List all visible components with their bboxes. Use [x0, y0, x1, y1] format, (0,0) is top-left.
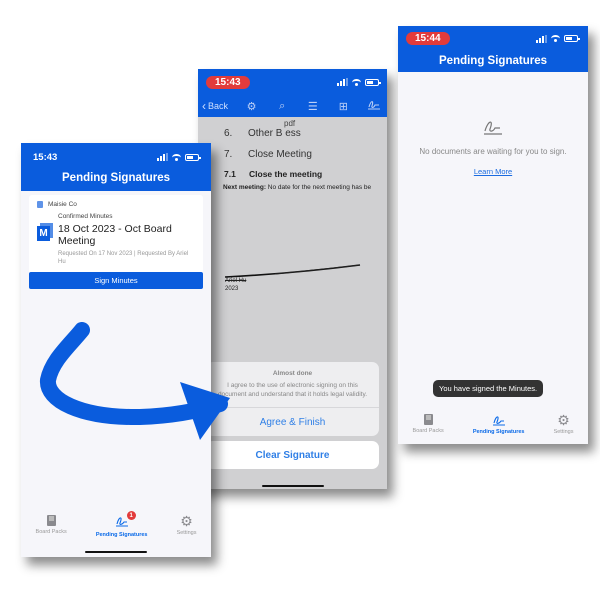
signal-icon — [536, 34, 547, 43]
page-title: Pending Signatures — [62, 172, 170, 184]
battery-icon — [185, 153, 201, 161]
wifi-icon — [352, 78, 361, 86]
gear-icon: ⚙ — [557, 412, 570, 428]
pdf-watermark: pdf — [284, 119, 296, 128]
doc-type: Confirmed Minutes — [58, 213, 113, 220]
signal-icon — [157, 153, 168, 161]
status-time: 15:43 — [33, 151, 58, 163]
tab-bar: Board Packs 1 Pending Signatures ⚙ Setti… — [21, 505, 211, 557]
list-icon[interactable]: ☰ — [306, 100, 320, 113]
document-header: 15:43 ‹ Back ⚙ ⌕ ☰ ⊞ — [198, 69, 387, 117]
grid-icon[interactable]: ⊞ — [336, 100, 350, 113]
battery-icon — [365, 78, 381, 86]
search-icon[interactable]: ⌕ — [275, 100, 289, 113]
minutes-doc-icon: M — [37, 223, 53, 243]
flow-arrow-icon — [40, 322, 230, 440]
status-bar: 15:43 — [33, 143, 201, 165]
back-button[interactable]: ‹ Back — [202, 99, 228, 113]
signature-request-card: Maisie Co M Confirmed Minutes 18 Oct 202… — [29, 195, 203, 289]
back-label: Back — [208, 101, 229, 111]
organization-name: Maisie Co — [48, 201, 77, 208]
page-title: Pending Signatures — [439, 55, 547, 67]
signature-icon — [492, 416, 505, 426]
organization-icon — [37, 201, 43, 208]
phone-signed-confirmation: 15:44 Pending Signatures No documents ar… — [398, 26, 588, 444]
status-time: 15:43 — [206, 75, 250, 89]
confirm-action-sheet: Almost done I agree to the use of electr… — [206, 362, 379, 469]
sheet-title: Almost done — [272, 370, 313, 377]
notification-badge: 1 — [126, 511, 136, 520]
tab-settings[interactable]: ⚙ Settings — [554, 412, 574, 435]
chevron-left-icon: ‹ — [202, 99, 206, 113]
signature-block: Ariel Hu 2023 — [224, 264, 370, 304]
gear-icon[interactable]: ⚙ — [245, 100, 259, 113]
tab-board-packs[interactable]: Board Packs — [36, 515, 67, 535]
doc-title: 18 Oct 2023 - Oct Board Meeting — [58, 223, 172, 247]
agenda-item: 6. Other B ess — [224, 128, 301, 139]
toast-message: You have signed the Minutes. — [433, 380, 544, 397]
home-indicator — [261, 484, 324, 487]
signer-name: Ariel Hu — [225, 278, 247, 284]
tab-pending-signatures[interactable]: 1 Pending Signatures — [96, 511, 147, 538]
empty-state: No documents are waiting for you to sign… — [398, 118, 588, 179]
status-bar: 15:43 — [198, 69, 387, 91]
document-toolbar: ‹ Back ⚙ ⌕ ☰ ⊞ — [198, 91, 387, 113]
signature-icon[interactable] — [367, 99, 381, 113]
status-bar: 15:44 — [398, 26, 588, 48]
empty-message: No documents are waiting for you to sign… — [419, 147, 567, 156]
book-icon — [46, 515, 56, 526]
sheet-message: I agree to the use of electronic signing… — [217, 382, 368, 398]
agenda-item: 7. Close Meeting — [224, 149, 312, 160]
status-time: 15:44 — [406, 32, 450, 45]
request-meta: Requested On 17 Nov 2023 | Requested By … — [58, 251, 189, 265]
tab-settings[interactable]: ⚙ Settings — [177, 513, 197, 536]
agree-finish-button[interactable]: Agree & Finish — [206, 408, 379, 436]
signature-year: 2023 — [225, 286, 239, 292]
battery-icon — [564, 35, 580, 42]
pdf-viewer[interactable]: pdf 6. Other B ess 7. Close Meeting 7.1 … — [198, 117, 387, 191]
wifi-icon — [172, 153, 181, 161]
home-indicator — [85, 550, 147, 553]
wifi-icon — [551, 35, 560, 42]
gear-icon: ⚙ — [180, 513, 193, 529]
signature-stroke — [224, 264, 361, 278]
sign-minutes-button[interactable]: Sign Minutes — [29, 272, 203, 289]
agenda-subitem: 7.1 Close the meeting — [224, 169, 323, 179]
clear-signature-button[interactable]: Clear Signature — [206, 441, 379, 469]
tab-pending-signatures[interactable]: Pending Signatures — [473, 414, 524, 435]
book-icon — [423, 414, 433, 425]
learn-more-link[interactable]: Learn More — [474, 167, 512, 176]
signal-icon — [337, 78, 348, 86]
tab-board-packs[interactable]: Board Packs — [413, 414, 444, 434]
tab-bar: Board Packs Pending Signatures ⚙ Setting… — [398, 406, 588, 444]
signature-icon — [484, 121, 502, 135]
next-meeting-line: Next meeting: No date for the next meeti… — [223, 184, 372, 191]
